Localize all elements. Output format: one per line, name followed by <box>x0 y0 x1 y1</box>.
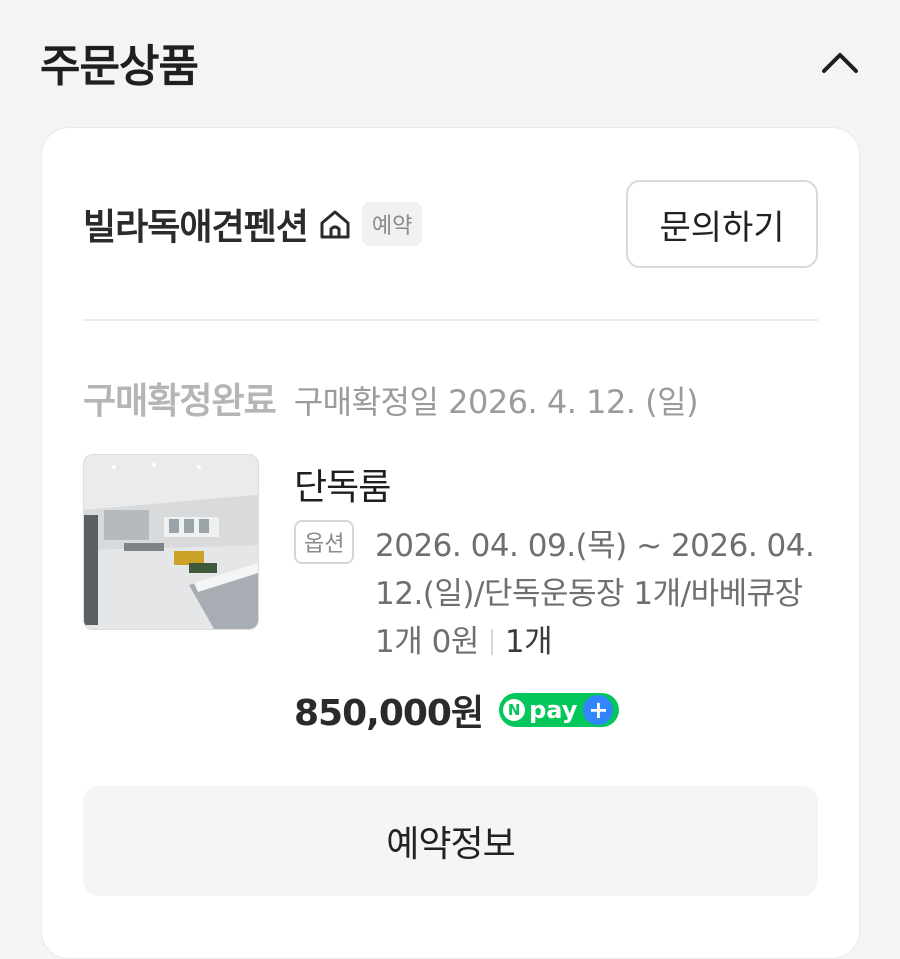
quantity: 1개 <box>504 624 553 660</box>
npay-pay-text: pay <box>529 696 578 724</box>
divider <box>83 319 818 321</box>
home-icon <box>318 207 352 241</box>
collapse-button[interactable] <box>820 42 860 82</box>
price-row: 850,000원 N pay + <box>294 684 620 736</box>
inquiry-button[interactable]: 문의하기 <box>626 180 818 268</box>
npay-n-icon: N <box>503 699 526 721</box>
npay-plus-icon: + <box>583 695 614 725</box>
confirm-date: 구매확정일 2026. 4. 12. (일) <box>293 383 699 421</box>
reservation-info-button[interactable]: 예약정보 <box>83 786 818 896</box>
product-thumbnail[interactable] <box>83 454 259 630</box>
product-name[interactable]: 단독룸 <box>294 458 391 510</box>
option-badge: 옵션 <box>294 520 355 564</box>
price: 850,000원 <box>294 693 484 734</box>
order-card: 빌라독애견펜션 예약 문의하기 구매확정완료 구매확정일 2026. 4. 12… <box>41 127 860 959</box>
status-label: 구매확정완료 <box>83 381 277 422</box>
section-title: 주문상품 <box>40 41 199 92</box>
separator <box>490 629 493 655</box>
shop-row: 빌라독애견펜션 예약 문의하기 <box>83 179 818 269</box>
chevron-up-icon <box>822 53 858 73</box>
shop-info[interactable]: 빌라독애견펜션 예약 <box>83 198 423 250</box>
option-detail: 2026. 04. 09.(목) ~ 2026. 04. 12.(일)/단독운동… <box>375 522 825 666</box>
shop-name[interactable]: 빌라독애견펜션 <box>83 198 309 250</box>
room-photo <box>84 455 258 629</box>
reservation-badge: 예약 <box>361 202 423 246</box>
order-items-header: 주문상품 <box>40 30 860 94</box>
option-detail-text: 2026. 04. 09.(목) ~ 2026. 04. 12.(일)/단독운동… <box>375 528 815 660</box>
purchase-status: 구매확정완료 구매확정일 2026. 4. 12. (일) <box>83 372 818 424</box>
npay-logo: N pay + <box>499 693 620 727</box>
